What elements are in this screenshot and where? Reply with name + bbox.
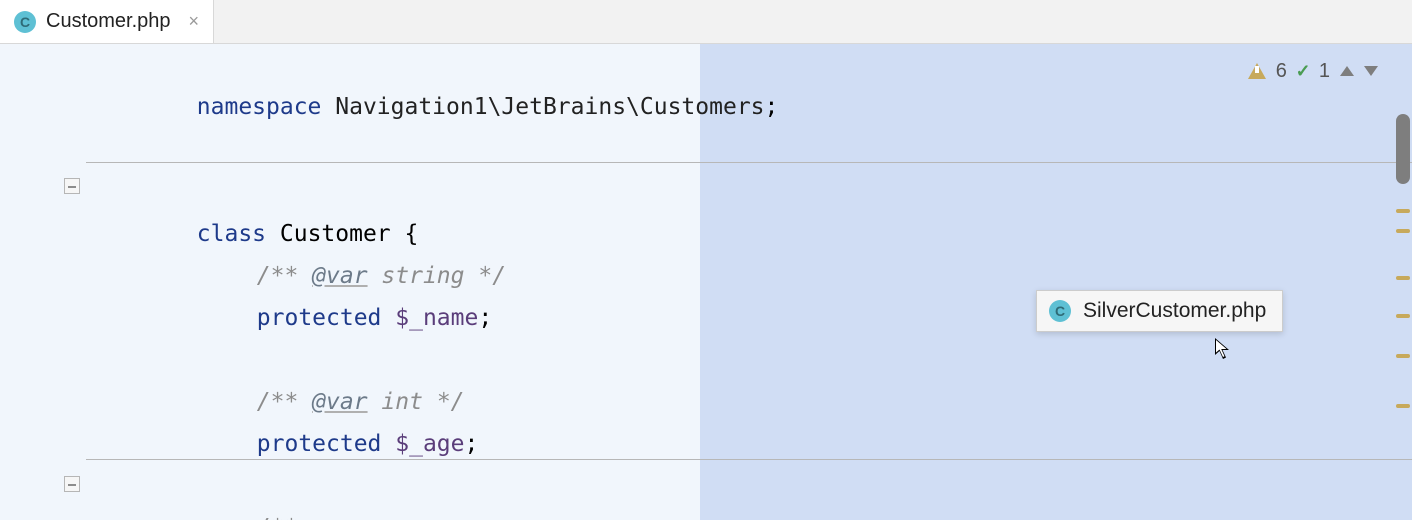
error-stripe-mark[interactable] xyxy=(1396,209,1410,213)
token-keyword: protected xyxy=(257,305,382,331)
token-punct: ; xyxy=(765,94,779,120)
token-keyword: namespace xyxy=(197,94,322,120)
chevron-down-icon[interactable] xyxy=(1364,66,1378,76)
typo-icon: ✓ xyxy=(1297,58,1309,84)
close-icon[interactable]: × xyxy=(189,11,200,32)
code[interactable]: namespace Navigation1\JetBrains\Customer… xyxy=(86,44,1412,520)
code-area[interactable]: namespace Navigation1\JetBrains\Customer… xyxy=(86,44,1412,520)
fold-handle-icon[interactable] xyxy=(64,178,80,194)
token-keyword: protected xyxy=(257,431,382,457)
error-stripe-mark[interactable] xyxy=(1396,354,1410,358)
tab-label: Customer.php xyxy=(46,10,171,33)
typo-count: 1 xyxy=(1319,60,1330,83)
scrollbar-thumb[interactable] xyxy=(1396,114,1410,184)
error-stripe-mark[interactable] xyxy=(1396,314,1410,318)
class-file-icon: C xyxy=(1049,300,1071,322)
token-variable: $_age xyxy=(381,431,464,457)
fold-handle-icon[interactable] xyxy=(64,476,80,492)
token-punct: ; xyxy=(465,431,479,457)
token-namespace-path: Navigation1\JetBrains\Customers xyxy=(321,94,764,120)
scrollbar-track[interactable] xyxy=(1396,44,1410,520)
error-stripe-mark[interactable] xyxy=(1396,276,1410,280)
gutter xyxy=(0,44,86,520)
token-variable: $_name xyxy=(381,305,478,331)
error-stripe-mark[interactable] xyxy=(1396,229,1410,233)
stripe-tooltip[interactable]: C SilverCustomer.php xyxy=(1036,290,1283,332)
tooltip-label: SilverCustomer.php xyxy=(1083,299,1266,323)
tab-customer-php[interactable]: C Customer.php × xyxy=(0,0,214,43)
warning-count: 6 xyxy=(1276,60,1287,83)
token-punct: ; xyxy=(478,305,492,331)
class-file-icon: C xyxy=(14,11,36,33)
error-stripe-mark[interactable] xyxy=(1396,404,1410,408)
editor: namespace Navigation1\JetBrains\Customer… xyxy=(0,44,1412,520)
editor-tabs-bar: C Customer.php × xyxy=(0,0,1412,44)
chevron-up-icon[interactable] xyxy=(1340,66,1354,76)
warning-icon xyxy=(1248,63,1266,79)
inspections-widget[interactable]: 6 ✓ 1 xyxy=(1240,54,1386,88)
